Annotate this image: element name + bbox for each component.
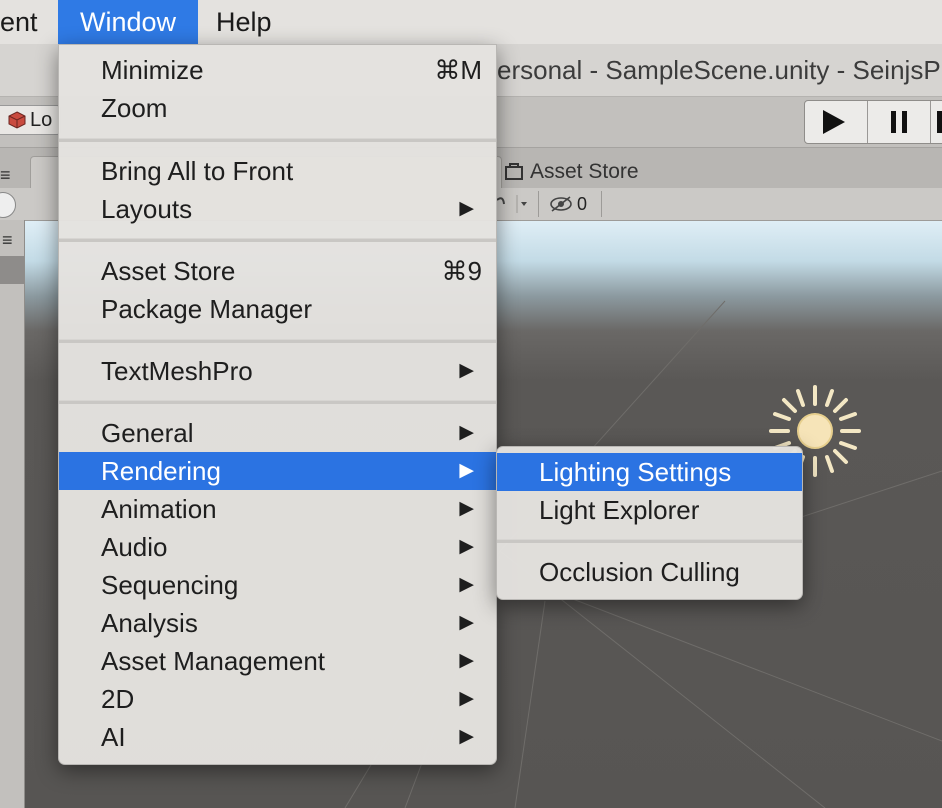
menu-item-occlusion-culling[interactable]: Occlusion Culling <box>497 553 802 591</box>
menubar-item-label: Help <box>216 7 272 37</box>
menu-item-label: Sequencing <box>101 570 239 600</box>
menubar-item-label: Window <box>79 7 177 37</box>
menu-item-label: General <box>101 418 194 448</box>
menu-item-label: Layouts <box>101 194 193 224</box>
hidden-objects-count: 0 <box>577 194 588 214</box>
panel-menu-icon[interactable]: ≡ <box>0 165 16 185</box>
menu-item-label: Bring All to Front <box>101 156 294 186</box>
menubar-item-window[interactable]: Window <box>58 0 198 44</box>
submenu-arrow-icon: ▶ <box>459 726 474 747</box>
menu-item-zoom[interactable]: Zoom <box>59 89 496 127</box>
layers-dropdown[interactable]: Lo <box>0 105 61 135</box>
menu-item-shortcut: ⌘9 <box>441 256 482 286</box>
menubar-item-label: ent <box>0 7 38 37</box>
menu-item-label: Analysis <box>101 608 198 638</box>
menu-item-rendering[interactable]: Rendering ▶ <box>59 452 496 490</box>
pause-button[interactable] <box>868 101 931 143</box>
menu-item-label: Minimize <box>101 55 204 85</box>
menu-item-lighting-settings[interactable]: Lighting Settings <box>497 453 802 491</box>
menubar-item-component[interactable]: ent <box>0 0 50 44</box>
menu-item-label: 2D <box>101 684 135 714</box>
menu-item-animation[interactable]: Animation ▶ <box>59 490 496 528</box>
menu-item-shortcut: ⌘M <box>434 55 482 85</box>
menu-item-textmeshpro[interactable]: TextMeshPro ▶ <box>59 352 496 390</box>
chevron-down-icon <box>495 195 535 221</box>
menu-item-bring-all-to-front[interactable]: Bring All to Front <box>59 152 496 190</box>
submenu-arrow-icon: ▶ <box>459 574 474 595</box>
submenu-arrow-icon: ▶ <box>459 612 474 633</box>
pause-icon <box>868 111 930 143</box>
tab-asset-store[interactable]: Asset Store <box>500 156 670 190</box>
menu-item-label: TextMeshPro <box>101 356 253 386</box>
effects-dropdown[interactable] <box>495 191 535 217</box>
menu-separator <box>59 238 496 242</box>
asset-store-icon <box>504 158 524 180</box>
menu-item-label: Lighting Settings <box>539 457 732 487</box>
play-button[interactable] <box>805 101 868 143</box>
menu-item-label: Rendering <box>101 456 221 486</box>
submenu-arrow-icon: ▶ <box>459 360 474 381</box>
submenu-arrow-icon: ▶ <box>459 498 474 519</box>
menu-bar: ent Window Help <box>0 0 942 45</box>
menu-item-label: Package Manager <box>101 294 313 324</box>
menubar-item-help[interactable]: Help <box>216 0 296 44</box>
submenu-arrow-icon: ▶ <box>459 688 474 709</box>
rendering-submenu: Lighting Settings Light Explorer Occlusi… <box>496 446 803 600</box>
menu-item-asset-store[interactable]: Asset Store ⌘9 <box>59 252 496 290</box>
eye-slash-icon <box>549 193 573 212</box>
submenu-arrow-icon: ▶ <box>459 460 474 481</box>
play-icon <box>805 110 867 143</box>
tab-asset-store-label: Asset Store <box>530 160 639 183</box>
submenu-arrow-icon: ▶ <box>459 422 474 443</box>
selected-row[interactable] <box>0 256 24 284</box>
window-menu: Minimize ⌘M Zoom Bring All to Front Layo… <box>58 44 497 765</box>
menu-item-label: Occlusion Culling <box>539 557 740 587</box>
hidden-objects-toggle[interactable]: 0 <box>538 191 602 217</box>
submenu-arrow-icon: ▶ <box>459 650 474 671</box>
menu-item-label: Asset Store <box>101 256 236 286</box>
menu-item-layouts[interactable]: Layouts ▶ <box>59 190 496 228</box>
menu-item-light-explorer[interactable]: Light Explorer <box>497 491 802 529</box>
menu-item-audio[interactable]: Audio ▶ <box>59 528 496 566</box>
step-icon <box>931 111 942 143</box>
menu-item-label: Zoom <box>101 93 168 123</box>
menu-item-label: Audio <box>101 532 168 562</box>
menu-item-2d[interactable]: 2D ▶ <box>59 680 496 718</box>
menu-item-general[interactable]: General ▶ <box>59 414 496 452</box>
menu-separator <box>59 400 496 404</box>
panel-menu-icon[interactable]: ≡ <box>2 230 13 251</box>
layers-label: Lo <box>30 109 53 131</box>
step-button[interactable] <box>931 101 942 143</box>
playback-controls <box>804 100 942 144</box>
menu-item-label: Light Explorer <box>539 495 700 525</box>
cube-icon <box>8 109 26 129</box>
submenu-arrow-icon: ▶ <box>459 536 474 557</box>
hierarchy-panel-edge: ≡ <box>0 220 25 808</box>
menu-item-minimize[interactable]: Minimize ⌘M <box>59 51 496 89</box>
menu-item-package-manager[interactable]: Package Manager <box>59 290 496 328</box>
submenu-arrow-icon: ▶ <box>459 198 474 219</box>
menu-item-label: Animation <box>101 494 217 524</box>
menu-item-label: Asset Management <box>101 646 326 676</box>
window-title: ersonal - SampleScene.unity - SeinjsP <box>497 55 941 85</box>
menu-separator <box>59 339 496 343</box>
menu-item-sequencing[interactable]: Sequencing ▶ <box>59 566 496 604</box>
menu-separator <box>497 539 802 543</box>
menu-item-ai[interactable]: AI ▶ <box>59 718 496 756</box>
menu-item-asset-management[interactable]: Asset Management ▶ <box>59 642 496 680</box>
menu-separator <box>59 138 496 142</box>
menu-item-label: AI <box>101 722 126 752</box>
menu-item-analysis[interactable]: Analysis ▶ <box>59 604 496 642</box>
